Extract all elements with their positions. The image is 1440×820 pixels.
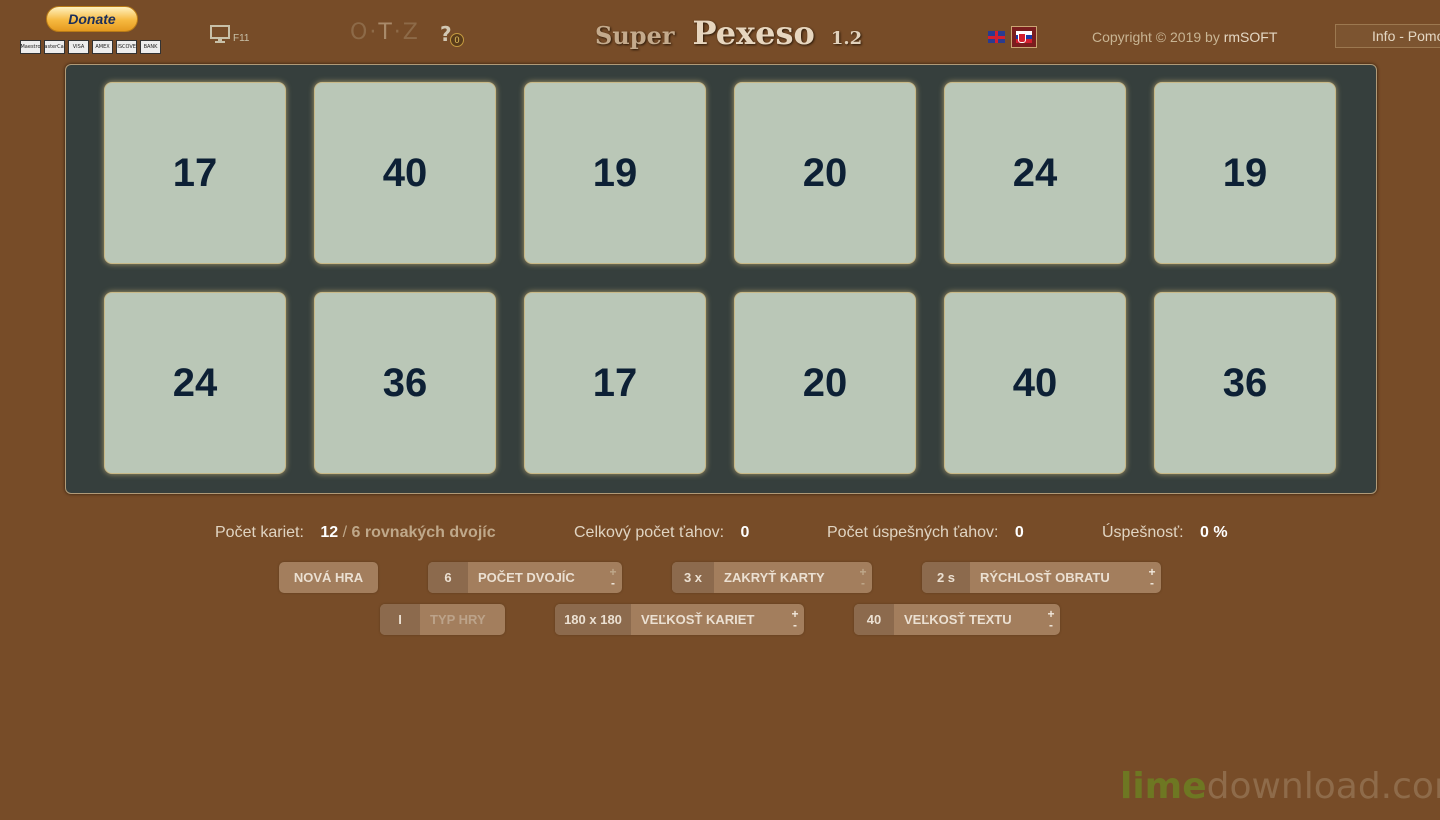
pairs-minus-button[interactable]: -	[611, 577, 615, 589]
card-tile[interactable]: 17	[524, 292, 706, 474]
stat-total-moves-value: 0	[740, 524, 750, 541]
title-super: Super	[595, 21, 675, 50]
maestro-logo: Maestro	[20, 40, 41, 54]
stat-total-moves-label: Celkový počet ťahov:	[574, 524, 725, 541]
hide-cards-value: 3 x	[672, 562, 714, 593]
stat-success-moves-value: 0	[1014, 524, 1024, 541]
stat-success-moves: Počet úspešných ťahov: 0	[827, 524, 1024, 542]
help-count-badge: 0	[450, 33, 464, 47]
text-size-stepper: + -	[1042, 604, 1060, 635]
card-tile[interactable]: 17	[104, 82, 286, 264]
language-switcher	[988, 26, 1037, 48]
card-tile[interactable]: 24	[944, 82, 1126, 264]
card-size-minus-button[interactable]: -	[793, 619, 797, 631]
slovak-flag-icon	[1016, 31, 1032, 43]
otz-t: T	[378, 20, 394, 45]
app-title: Super Pexeso 1.2	[595, 14, 862, 52]
discover-logo: DISCOVER	[116, 40, 137, 54]
otz-indicator: O·T·Z	[350, 20, 420, 45]
card-size-stepper: + -	[786, 604, 804, 635]
copyright: Copyright © 2019 by rmSOFT	[1092, 29, 1277, 45]
card-tile[interactable]: 36	[314, 292, 496, 474]
card-tile[interactable]: 36	[1154, 292, 1336, 474]
flip-speed-label: RÝCHLOSŤ OBRATU	[980, 570, 1110, 585]
stat-success-rate-value: 0 %	[1200, 524, 1228, 541]
pairs-count-value: 6	[428, 562, 468, 593]
watermark-rest: download.com	[1206, 766, 1440, 807]
flip-speed-minus-button[interactable]: -	[1150, 577, 1154, 589]
donate-widget: Donate Maestro MasterCard VISA AMEX DISC…	[20, 6, 166, 56]
mastercard-logo: MasterCard	[44, 40, 65, 54]
amex-logo: AMEX	[92, 40, 113, 54]
new-game-button[interactable]: NOVÁ HRA	[279, 562, 378, 593]
hide-cards-control[interactable]: 3 x ZAKRYŤ KARTY + -	[672, 562, 872, 593]
bank-logo: BANK	[140, 40, 161, 54]
stat-success-rate: Úspešnosť: 0 %	[1102, 524, 1228, 542]
stat-cards-label: Počet kariet:	[215, 524, 304, 541]
monitor-icon	[210, 25, 230, 43]
pairs-count-control[interactable]: 6 POČET DVOJÍC + -	[428, 562, 622, 593]
title-pexeso: Pexeso	[692, 14, 815, 52]
pairs-stepper: + -	[604, 562, 622, 593]
card-tile[interactable]: 20	[734, 82, 916, 264]
card-size-label: VEĽKOSŤ KARIET	[641, 612, 755, 627]
stat-total-moves: Celkový počet ťahov: 0	[574, 524, 749, 542]
watermark-logo: limedownload.com	[1120, 766, 1440, 807]
game-board: 17 40 19 20 24 19 24 36 17 20 40 36	[65, 64, 1377, 494]
stat-cards-value: 12	[320, 524, 339, 541]
card-tile[interactable]: 40	[944, 292, 1126, 474]
new-game-label: NOVÁ HRA	[293, 570, 364, 585]
hide-cards-minus-button[interactable]: -	[861, 577, 865, 589]
otz-z: Z	[402, 20, 420, 45]
stat-pairs-text: 6 rovnakých dvojíc	[351, 524, 496, 541]
stat-success-moves-label: Počet úspešných ťahov:	[827, 524, 999, 541]
stat-cards: Počet kariet: 12 / 6 rovnakých dvojíc	[215, 524, 496, 541]
pairs-count-label: POČET DVOJÍC	[478, 570, 575, 585]
copyright-author: rmSOFT	[1223, 29, 1278, 45]
fullscreen-toggle[interactable]: F11	[210, 24, 250, 44]
visa-logo: VISA	[68, 40, 89, 54]
text-size-control[interactable]: 40 VEĽKOSŤ TEXTU + -	[854, 604, 1060, 635]
game-stats: Počet kariet: 12 / 6 rovnakých dvojíc Ce…	[0, 524, 1440, 546]
flip-speed-value: 2 s	[922, 562, 970, 593]
watermark-lime: lime	[1120, 766, 1207, 807]
donate-button[interactable]: Donate	[46, 6, 138, 32]
card-size-control[interactable]: 180 x 180 VEĽKOSŤ KARIET + -	[555, 604, 804, 635]
text-size-value: 40	[854, 604, 894, 635]
text-size-label: VEĽKOSŤ TEXTU	[904, 612, 1012, 627]
text-size-minus-button[interactable]: -	[1049, 619, 1053, 631]
flip-speed-stepper: + -	[1143, 562, 1161, 593]
hide-cards-stepper: + -	[854, 562, 872, 593]
card-tile[interactable]: 20	[734, 292, 916, 474]
card-tile[interactable]: 19	[1154, 82, 1336, 264]
card-tile[interactable]: 24	[104, 292, 286, 474]
flip-speed-control[interactable]: 2 s RÝCHLOSŤ OBRATU + -	[922, 562, 1161, 593]
stat-success-rate-label: Úspešnosť:	[1102, 524, 1184, 541]
slovak-flag-button[interactable]	[1011, 26, 1037, 48]
info-help-button[interactable]: Info - Pomoc	[1335, 24, 1440, 48]
card-tile[interactable]: 19	[524, 82, 706, 264]
card-tile[interactable]: 40	[314, 82, 496, 264]
payment-logos: Maestro MasterCard VISA AMEX DISCOVER BA…	[20, 40, 161, 54]
game-type-label: TYP HRY	[430, 612, 486, 627]
game-type-control[interactable]: I TYP HRY	[380, 604, 505, 635]
game-type-value: I	[380, 604, 420, 635]
card-size-value: 180 x 180	[555, 604, 631, 635]
app-version: 1.2	[830, 28, 863, 49]
hide-cards-label: ZAKRYŤ KARTY	[724, 570, 825, 585]
english-flag-icon[interactable]	[988, 31, 1005, 43]
otz-o: O	[350, 20, 370, 45]
copyright-prefix: Copyright © 2019 by	[1092, 29, 1220, 45]
fullscreen-key-label: F11	[233, 33, 250, 44]
